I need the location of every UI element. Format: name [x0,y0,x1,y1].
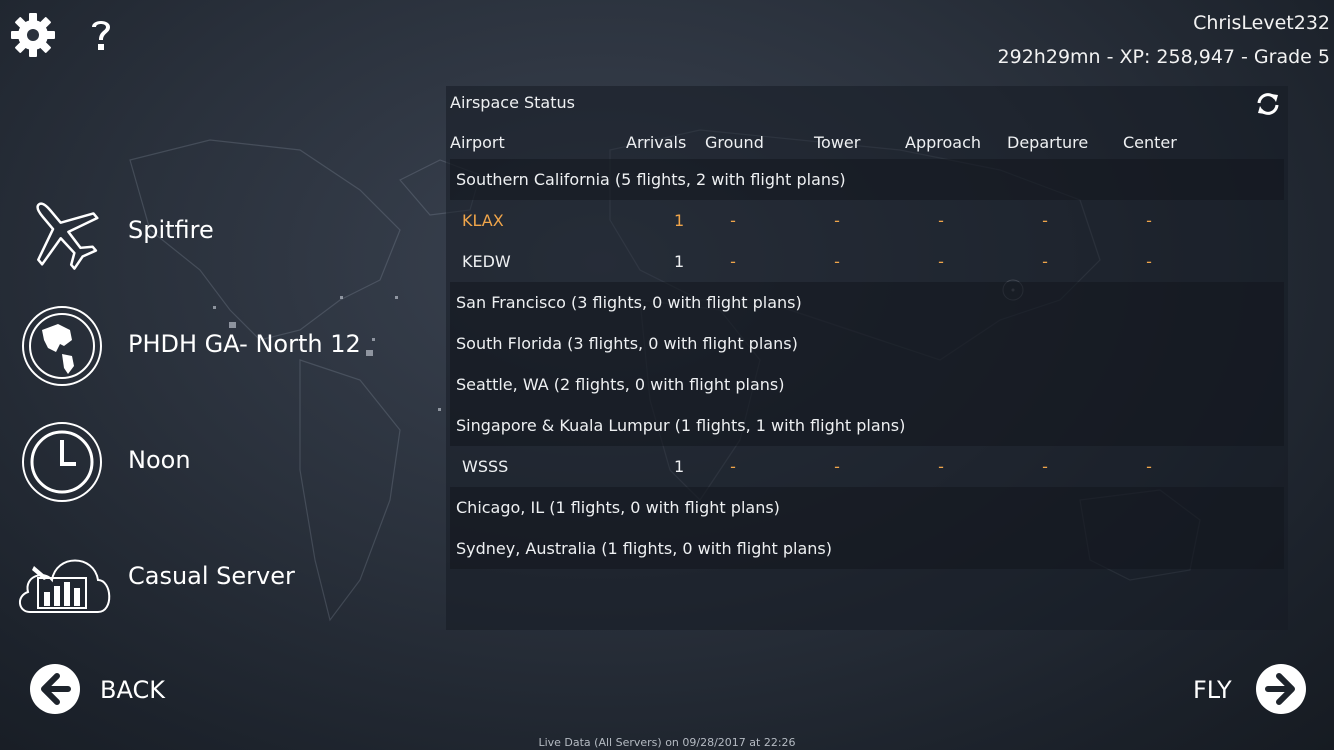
region-row[interactable]: Sydney, Australia (1 flights, 0 with fli… [450,528,1284,569]
column-header-tower: Tower [814,133,861,152]
airplane-icon [36,202,99,270]
fly-button[interactable]: FLY [1190,664,1308,718]
approach-status: - [938,211,944,230]
user-stats: 292h29mn - XP: 258,947 - Grade 5 [997,46,1330,68]
help-button[interactable] [78,12,124,58]
refresh-icon[interactable] [1254,90,1282,118]
arrivals-count: 1 [674,211,685,230]
live-data-footer: Live Data (All Servers) on 09/28/2017 at… [538,736,796,749]
center-status: - [1146,211,1152,230]
forward-arrow-icon [1256,664,1306,714]
column-header-center: Center [1123,133,1177,152]
cloud-server-icon [19,559,111,613]
departure-status: - [1042,457,1048,476]
region-label: Seattle, WA (2 flights, 0 with flight pl… [456,375,785,394]
ground-status: - [730,457,736,476]
tower-status: - [834,252,840,271]
approach-status: - [938,457,944,476]
region-label: San Francisco (3 flights, 0 with flight … [456,293,802,312]
time-selector[interactable]: Noon [14,412,434,508]
column-header-departure: Departure [1007,133,1089,152]
column-header-arrivals: Arrivals [626,133,687,152]
ground-status: - [730,211,736,230]
ground-status: - [730,252,736,271]
username: ChrisLevet232 [1193,12,1330,34]
airspace-status-panel: Airspace Status Airport Arrivals Ground … [446,86,1288,630]
time-label: Noon [128,446,191,474]
region-row[interactable]: San Francisco (3 flights, 0 with flight … [450,282,1284,323]
panel-title: Airspace Status [450,93,575,112]
airport-code: WSSS [462,457,509,476]
region-row[interactable]: Chicago, IL (1 flights, 0 with flight pl… [450,487,1284,528]
tower-status: - [834,211,840,230]
clock-icon [22,422,102,502]
airport-row[interactable]: KEDW 1 - - - - - [450,241,1284,282]
server-label: Casual Server [128,562,295,590]
region-row[interactable]: Southern California (5 flights, 2 with f… [450,159,1284,200]
column-header-approach: Approach [905,133,982,152]
back-arrow-icon [30,664,80,714]
airport-code: KEDW [462,252,511,271]
region-label: South Florida (3 flights, 0 with flight … [456,334,798,353]
arrivals-count: 1 [674,252,685,271]
fly-label: FLY [1193,676,1232,704]
airspace-table: Southern California (5 flights, 2 with f… [450,159,1284,569]
gear-icon [11,13,55,57]
center-status: - [1146,457,1152,476]
airport-row[interactable]: WSSS 1 - - - - - [450,446,1284,487]
question-icon [92,21,110,50]
airport-row[interactable]: KLAX 1 - - - - - [450,200,1284,241]
globe-icon [22,306,102,386]
region-label: PHDH GA- North 12 [128,330,361,358]
departure-status: - [1042,252,1048,271]
aircraft-label: Spitfire [128,216,214,244]
approach-status: - [938,252,944,271]
column-header-ground: Ground [705,133,764,152]
column-header-airport: Airport [450,133,505,152]
region-selector[interactable]: PHDH GA- North 12 [14,296,434,392]
region-label: Singapore & Kuala Lumpur (1 flights, 1 w… [456,416,906,435]
region-row[interactable]: South Florida (3 flights, 0 with flight … [450,323,1284,364]
region-row[interactable]: Singapore & Kuala Lumpur (1 flights, 1 w… [450,405,1284,446]
user-info: ChrisLevet232 292h29mn - XP: 258,947 - G… [998,6,1330,74]
region-label: Southern California (5 flights, 2 with f… [456,170,846,189]
region-label: Chicago, IL (1 flights, 0 with flight pl… [456,498,780,517]
region-row[interactable]: Seattle, WA (2 flights, 0 with flight pl… [450,364,1284,405]
region-label: Sydney, Australia (1 flights, 0 with fli… [456,539,832,558]
departure-status: - [1042,211,1048,230]
tower-status: - [834,457,840,476]
server-selector[interactable]: Casual Server [14,528,434,624]
arrivals-count: 1 [674,457,685,476]
settings-button[interactable] [10,12,56,58]
center-status: - [1146,252,1152,271]
back-button[interactable]: BACK [30,664,170,718]
airport-code: KLAX [462,211,504,230]
aircraft-selector[interactable]: Spitfire [14,182,434,278]
back-label: BACK [100,676,165,704]
